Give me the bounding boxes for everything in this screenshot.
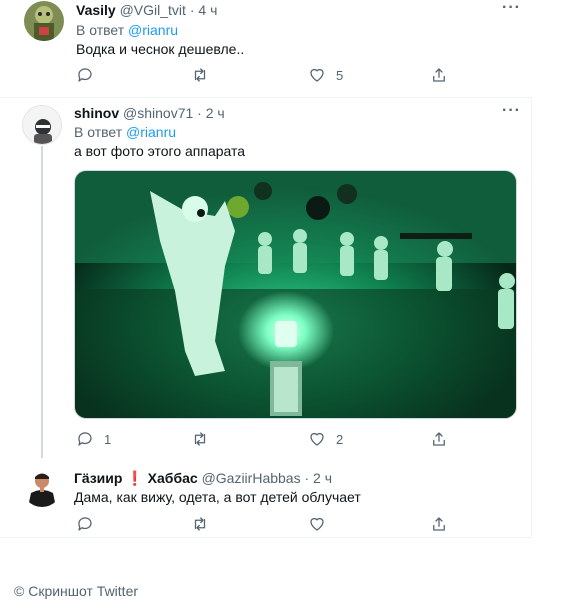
timestamp[interactable]: 2 ч [313, 470, 332, 486]
reply-icon [78, 68, 92, 82]
tweet-text: а вот фото этого аппарата [74, 143, 246, 159]
avatar-image [24, 1, 64, 41]
more-icon[interactable]: ··· [502, 103, 521, 119]
timestamp[interactable]: 4 ч [198, 2, 217, 18]
reply-icon [78, 432, 92, 446]
reply-prefix: В ответ [74, 124, 123, 140]
tweet-photo[interactable] [74, 170, 517, 419]
like-count: 5 [336, 67, 344, 83]
tweet-text: Дама, как вижу, одета, а вот детей облуч… [74, 489, 361, 505]
handle[interactable]: @shinov71 [123, 105, 193, 121]
handle[interactable]: @VGil_tvit [120, 2, 186, 18]
heart-icon [310, 432, 324, 446]
like-count: 2 [336, 431, 344, 447]
reply-mention-link[interactable]: @rianru [126, 124, 176, 140]
thread-frame-right [531, 98, 532, 538]
share-icon [433, 517, 445, 531]
more-icon[interactable]: ··· [502, 0, 521, 16]
share-button[interactable] [430, 65, 448, 85]
handle[interactable]: @GaziirHabbas [202, 470, 301, 486]
avatar-image [23, 106, 61, 144]
display-name[interactable]: Vasily [76, 2, 116, 18]
timestamp[interactable]: 2 ч [206, 105, 225, 121]
heart-icon [310, 68, 324, 82]
photo-image [75, 171, 516, 418]
reply-context: В ответ @rianru [76, 21, 178, 39]
retweet-icon [194, 517, 206, 531]
tweet-header: Vasily @VGil_tvit · 4 ч [76, 1, 217, 19]
retweet-icon [194, 432, 206, 446]
share-button[interactable] [430, 514, 448, 534]
avatar-image [22, 467, 62, 507]
display-name[interactable]: Гäзиир [74, 470, 122, 486]
thread-frame-bottom [0, 537, 532, 538]
image-credit: © Скриншот Twitter [14, 583, 139, 599]
retweet-button[interactable] [191, 514, 209, 534]
avatar[interactable] [24, 1, 64, 41]
retweet-button[interactable] [191, 429, 209, 449]
reply-context: В ответ @rianru [74, 123, 176, 141]
reply-count: 1 [104, 431, 112, 447]
reply-button[interactable]: 1 [76, 429, 111, 449]
separator-dot: · [189, 2, 195, 18]
share-icon [433, 432, 445, 446]
avatar[interactable] [22, 105, 62, 145]
display-name[interactable]: shinov [74, 105, 119, 121]
separator-dot: · [197, 105, 202, 121]
divider [0, 97, 532, 98]
reply-mention-link[interactable]: @rianru [128, 22, 178, 38]
reply-prefix: В ответ [76, 22, 125, 38]
reply-button[interactable] [76, 514, 94, 534]
like-button[interactable]: 5 [308, 65, 343, 85]
tweet-text: Водка и чеснок дешевле.. [76, 41, 245, 57]
reply-icon [78, 517, 92, 531]
share-button[interactable] [430, 429, 448, 449]
retweet-icon [194, 68, 206, 82]
heart-icon [310, 517, 324, 531]
retweet-button[interactable] [191, 65, 209, 85]
like-button[interactable]: 2 [308, 429, 343, 449]
share-icon [433, 68, 445, 82]
reply-button[interactable] [76, 65, 94, 85]
thread-connector-line [41, 146, 43, 458]
like-button[interactable] [308, 514, 326, 534]
display-name-rest[interactable]: Хаббас [148, 470, 198, 486]
separator-dot: · [304, 470, 310, 486]
tweet-header: shinov @shinov71 · 2 ч [74, 104, 225, 122]
exclamation-flag-icon: ❗ [126, 470, 144, 486]
avatar[interactable] [22, 467, 62, 507]
tweet-header: Гäзиир ❗ Хаббас @GaziirHabbas · 2 ч [74, 469, 332, 487]
